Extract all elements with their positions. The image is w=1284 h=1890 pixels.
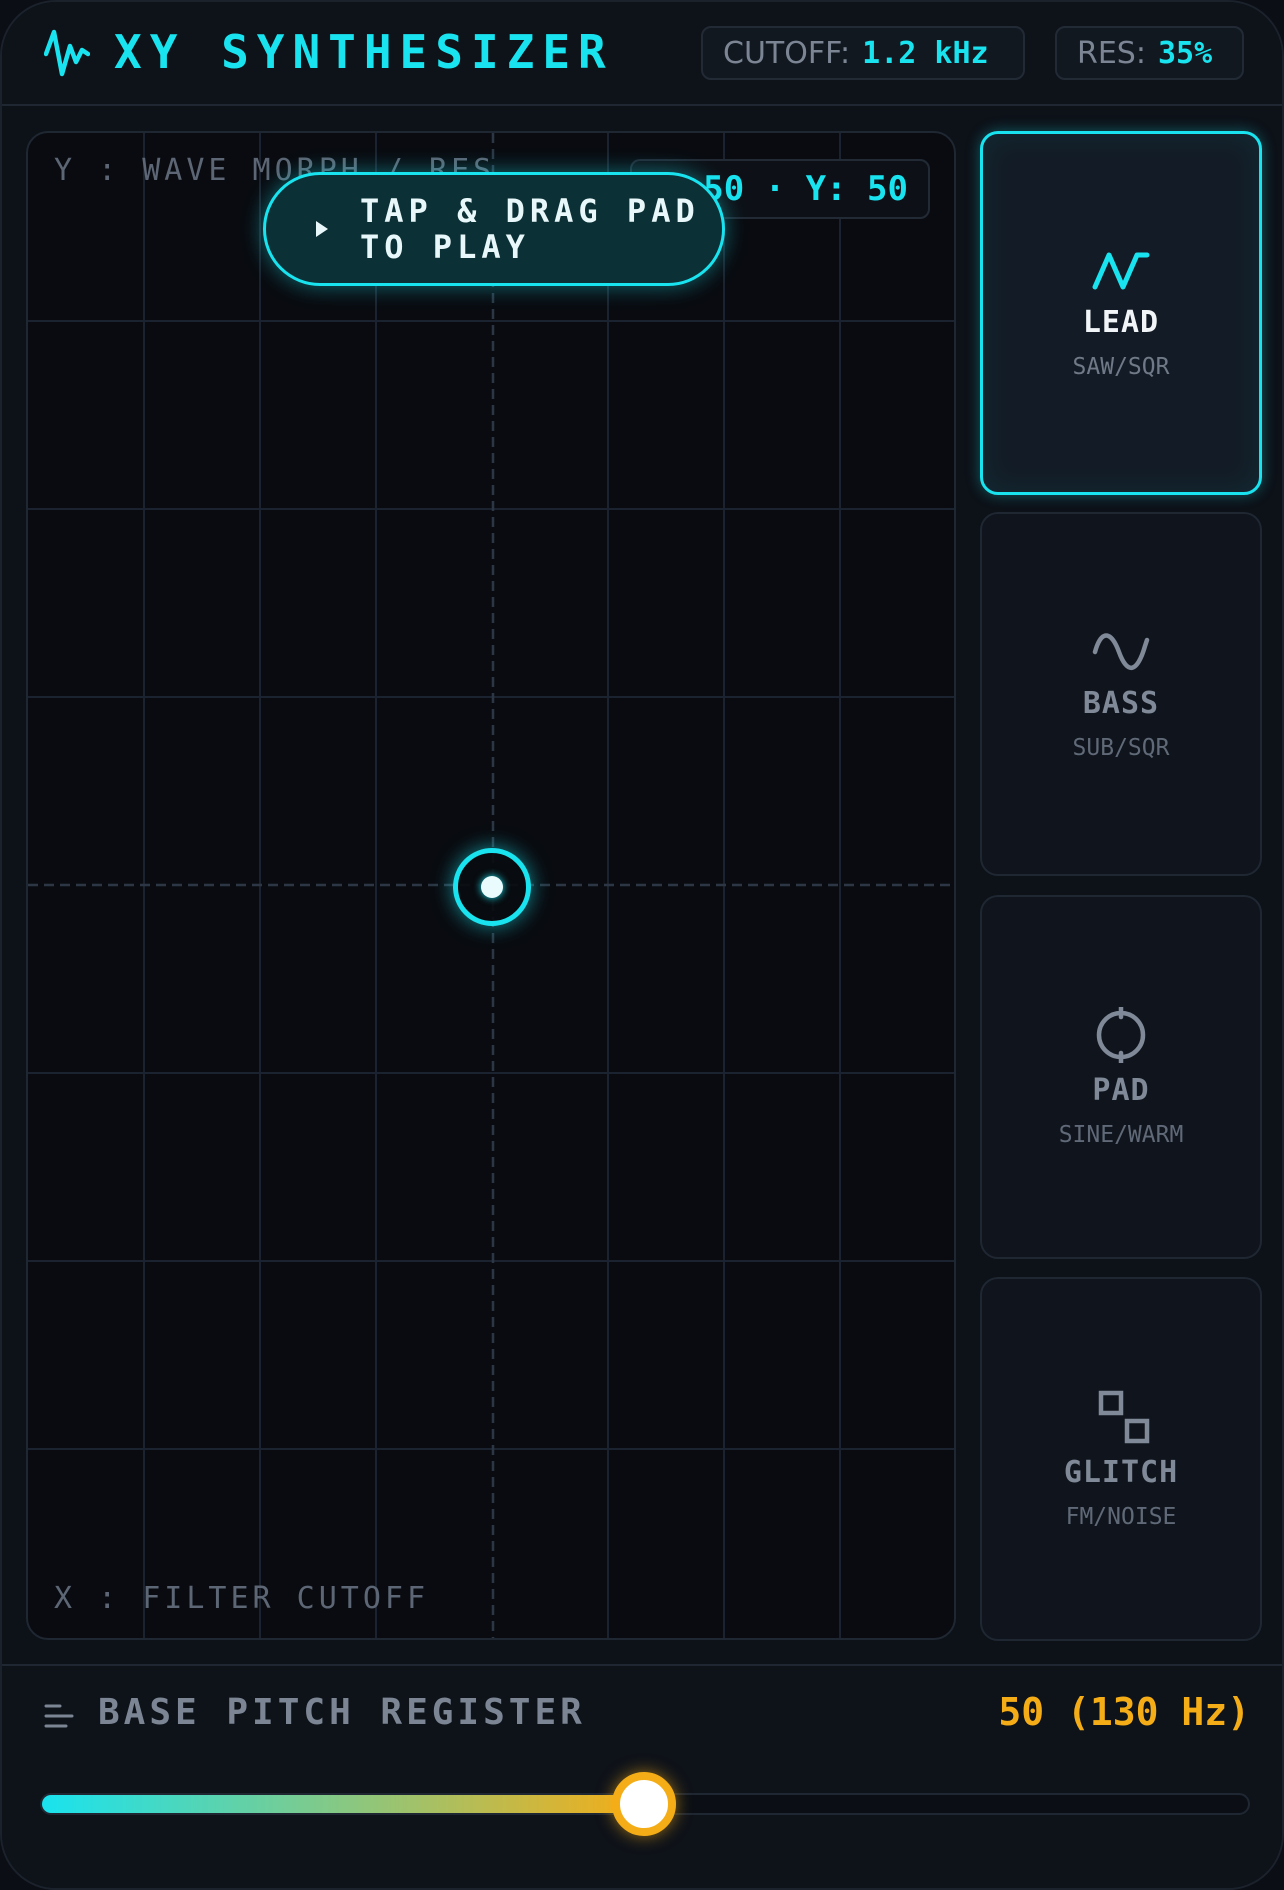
synth-app: XY SYNTHESIZER CUTOFF: 1.2 kHz RES: 35% [0,0,1284,1890]
hint-text: TAP & DRAG PAD TO PLAY [360,192,700,266]
pitch-section: BASE PITCH REGISTER 50 (130 Hz) [2,1664,1282,1888]
preset-bass[interactable]: BASS SUB/SQR [980,512,1262,876]
resonance-badge: RES: 35% [1055,26,1244,80]
play-icon [316,221,328,237]
cutoff-badge: CUTOFF: 1.2 kHz [701,26,1025,80]
squares-icon [1098,1390,1150,1443]
preset-sub: SINE/WARM [1058,1121,1184,1148]
preset-name: BASS [1082,685,1160,721]
preset-lead[interactable]: LEAD SAW/SQR [980,131,1262,495]
circle-pulse-icon [1096,1006,1146,1063]
preset-sub: SUB/SQR [1072,734,1170,761]
pitch-slider-fill [42,1795,644,1813]
pitch-slider-thumb[interactable] [611,1772,676,1836]
res-label: RES: [1077,35,1146,71]
sine-wave-icon [1092,632,1150,670]
menu-lines-icon [44,1704,74,1728]
preset-name: LEAD [1082,304,1160,340]
pitch-label: BASE PITCH REGISTER [98,1692,586,1733]
waveform-logo-icon [44,29,90,77]
header: XY SYNTHESIZER CUTOFF: 1.2 kHz RES: 35% [2,2,1282,106]
cursor-dot [481,876,503,898]
xy-cursor-handle[interactable] [453,848,531,926]
xy-pad[interactable]: Y : WAVE MORPH / RES X : FILTER CUTOFF X… [26,131,956,1640]
preset-pad[interactable]: PAD SINE/WARM [980,895,1262,1259]
x-axis-label: X : FILTER CUTOFF [54,1581,430,1616]
preset-sub: SAW/SQR [1072,353,1170,380]
preset-name: PAD [1092,1072,1150,1108]
tap-drag-hint: TAP & DRAG PAD TO PLAY [263,172,725,286]
preset-name: GLITCH [1063,1454,1179,1490]
pitch-value: 50 (130 Hz) [998,1690,1250,1734]
zigzag-wave-icon [1092,252,1150,289]
res-value: 35% [1157,35,1213,71]
cutoff-label: CUTOFF: [723,35,851,71]
preset-sub: FM/NOISE [1065,1503,1177,1530]
preset-glitch[interactable]: GLITCH FM/NOISE [980,1277,1262,1641]
cutoff-value: 1.2 kHz [862,35,989,71]
app-title: XY SYNTHESIZER [114,25,614,79]
